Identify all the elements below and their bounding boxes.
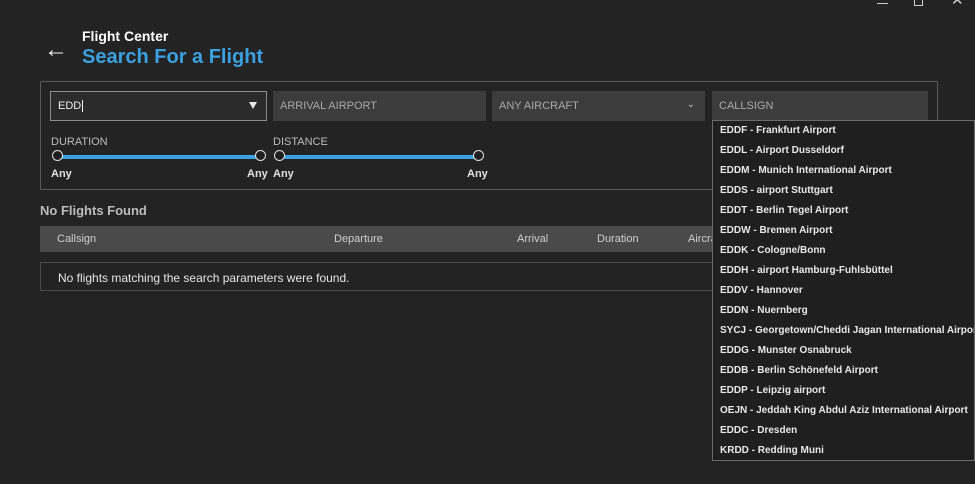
results-table-header: Callsign Departure Arrival Duration Airc… [40, 226, 760, 252]
airport-suggestion-item[interactable]: EDDB - Berlin Schönefeld Airport [713, 361, 974, 381]
distance-label: DISTANCE [273, 136, 328, 148]
airport-suggestion-item[interactable]: KRDD - Redding Muni [713, 441, 974, 460]
page-title: Search For a Flight [82, 46, 264, 68]
airport-suggestion-item[interactable]: EDDC - Dresden [713, 421, 974, 441]
airport-suggestion-item[interactable]: EDDK - Cologne/Bonn [713, 241, 974, 261]
empty-message: No flights matching the search parameter… [58, 271, 350, 285]
duration-max-value: Any [247, 168, 268, 180]
aircraft-select[interactable]: ANY AIRCRAFT ⌄ [492, 91, 705, 121]
airport-suggestion-item[interactable]: EDDP - Leipzig airport [713, 381, 974, 401]
window-controls: ✕ [864, 0, 975, 10]
distance-max-value: Any [467, 168, 488, 180]
maximize-icon [914, 0, 923, 6]
column-duration[interactable]: Duration [597, 233, 639, 245]
left-arrow-icon: ← [44, 36, 68, 63]
airport-suggestion-item[interactable]: EDDT - Berlin Tegel Airport [713, 201, 974, 221]
airport-suggestion-item[interactable]: EDDV - Hannover [713, 281, 974, 301]
maximize-button[interactable] [901, 0, 938, 10]
chevron-down-icon: ⌄ [686, 99, 695, 110]
arrival-placeholder: ARRIVAL AIRPORT [280, 100, 377, 112]
distance-min-handle[interactable] [274, 150, 285, 161]
airport-suggestion-item[interactable]: EDDL - Airport Dusseldorf [713, 141, 974, 161]
airport-suggestion-item[interactable]: EDDS - airport Stuttgart [713, 181, 974, 201]
airport-suggestion-item[interactable]: EDDG - Munster Osnabruck [713, 341, 974, 361]
text-cursor [82, 100, 84, 112]
duration-max-handle[interactable] [255, 150, 266, 161]
results-heading: No Flights Found [40, 203, 147, 218]
app-title: Flight Center [82, 28, 169, 44]
empty-results-row: No flights matching the search parameter… [40, 262, 760, 291]
distance-max-handle[interactable] [473, 150, 484, 161]
airport-suggestion-item[interactable]: EDDF - Frankfurt Airport [713, 121, 974, 141]
caret-down-icon[interactable] [249, 102, 257, 109]
back-button[interactable]: ← [44, 38, 68, 62]
callsign-placeholder: CALLSIGN [719, 100, 774, 112]
duration-label: DURATION [51, 136, 108, 148]
close-button[interactable]: ✕ [938, 0, 975, 10]
duration-slider-track[interactable] [57, 155, 261, 159]
airport-suggestion-item[interactable]: OEJN - Jeddah King Abdul Aziz Internatio… [713, 401, 974, 421]
column-callsign[interactable]: Callsign [57, 233, 96, 245]
close-icon: ✕ [951, 0, 964, 9]
airport-suggestion-item[interactable]: EDDW - Bremen Airport [713, 221, 974, 241]
airport-suggestion-item[interactable]: SYCJ - Georgetown/Cheddi Jagan Internati… [713, 321, 974, 341]
minimize-button[interactable] [864, 0, 901, 10]
column-departure[interactable]: Departure [334, 233, 383, 245]
airport-suggestion-item[interactable]: EDDM - Munich International Airport [713, 161, 974, 181]
airport-suggestion-item[interactable]: EDDN - Nuernberg [713, 301, 974, 321]
departure-airport-input[interactable]: EDD [50, 91, 267, 121]
duration-min-handle[interactable] [52, 150, 63, 161]
callsign-input[interactable]: CALLSIGN [712, 91, 928, 121]
airport-suggestion-item[interactable]: EDDH - airport Hamburg-Fuhlsbüttel [713, 261, 974, 281]
airport-suggestions-dropdown[interactable]: EDDF - Frankfurt Airport EDDL - Airport D… [712, 120, 975, 461]
arrival-airport-input[interactable]: ARRIVAL AIRPORT [273, 91, 486, 121]
minimize-icon [877, 3, 888, 4]
distance-slider-track[interactable] [279, 155, 479, 159]
distance-min-value: Any [273, 168, 294, 180]
aircraft-selected: ANY AIRCRAFT [499, 100, 579, 112]
departure-value: EDD [58, 100, 82, 112]
column-arrival[interactable]: Arrival [517, 233, 548, 245]
duration-min-value: Any [51, 168, 72, 180]
